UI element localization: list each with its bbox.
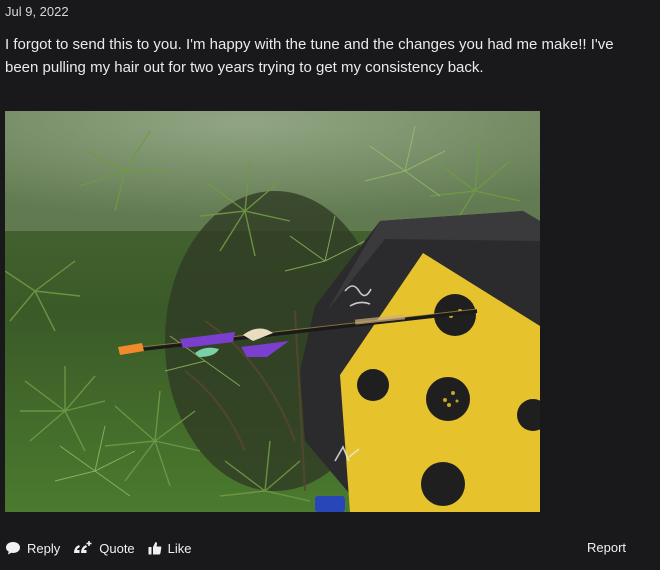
attached-photo[interactable] bbox=[5, 111, 540, 512]
post-date: Jul 9, 2022 bbox=[5, 4, 69, 19]
quote-button[interactable]: Quote bbox=[73, 540, 135, 556]
like-button[interactable]: Like bbox=[148, 541, 192, 556]
post-body-text: I forgot to send this to you. I'm happy … bbox=[5, 36, 614, 76]
forum-post: Jul 9, 2022 I forgot to send this to you… bbox=[0, 0, 660, 570]
report-link[interactable]: Report bbox=[587, 538, 626, 558]
post-actions: Reply Quote Like bbox=[5, 538, 205, 558]
reply-label: Reply bbox=[27, 540, 61, 556]
quote-label: Quote bbox=[99, 540, 135, 556]
reply-button[interactable]: Reply bbox=[5, 541, 60, 556]
photo-archery-target bbox=[5, 111, 540, 512]
like-label: Like bbox=[167, 540, 192, 556]
quote-plus-icon bbox=[73, 541, 93, 555]
thumbs-up-icon bbox=[148, 541, 162, 555]
speech-bubble-icon bbox=[5, 541, 21, 555]
